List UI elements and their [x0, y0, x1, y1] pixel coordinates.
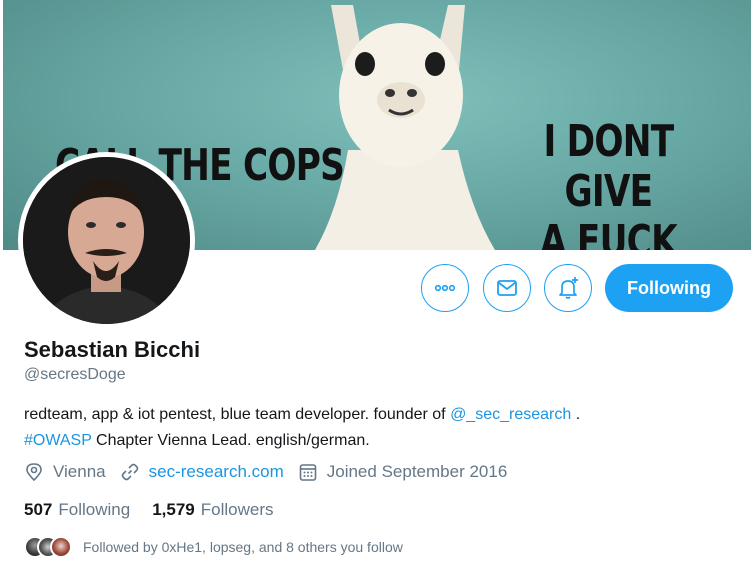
followers-count-link[interactable]: 1,579 Followers [152, 500, 273, 520]
bio-text: . [571, 406, 581, 423]
website-link[interactable]: sec-research.com [149, 462, 284, 482]
more-button[interactable] [421, 264, 469, 312]
calendar-icon [299, 464, 317, 481]
more-icon [434, 284, 456, 292]
bio-hashtag-link[interactable]: #OWASP [24, 432, 92, 449]
location-text: Vienna [53, 462, 106, 481]
bio-mention-link[interactable]: @_sec_research [450, 406, 571, 423]
following-label: Following [58, 500, 131, 519]
followers-count: 1,579 [152, 500, 195, 519]
follower-avatar [50, 536, 72, 558]
bell-plus-icon [559, 277, 578, 299]
website: sec-research.com [120, 462, 284, 482]
profile-bio: redteam, app & iot pentest, blue team de… [24, 402, 724, 454]
profile-handle: @secresDoge [24, 366, 126, 383]
message-button[interactable] [483, 264, 531, 312]
following-count: 507 [24, 500, 53, 519]
profile-name: Sebastian Bicchi [24, 337, 201, 362]
follow-counts: 507 Following 1,579 Followers [24, 500, 295, 520]
bio-text: redteam, app & iot pentest, blue team de… [24, 406, 451, 423]
location-pin-icon [26, 463, 42, 482]
followers-label: Followers [200, 500, 274, 519]
bio-text: Chapter Vienna Lead. english/german. [91, 432, 370, 449]
followed-by-text: Followed by 0xHe1, lopseg, and 8 others … [83, 539, 403, 555]
following-count-link[interactable]: 507 Following [24, 500, 130, 520]
avatar[interactable] [18, 152, 195, 329]
followed-by[interactable]: Followed by 0xHe1, lopseg, and 8 others … [24, 536, 403, 558]
joined-text: Joined September 2016 [326, 462, 508, 481]
link-icon [121, 463, 138, 481]
banner-caption-right-line2: A FUCK [539, 216, 678, 251]
notifications-button[interactable] [544, 264, 592, 312]
joined-date: Joined September 2016 [298, 462, 508, 482]
avatar-photo [23, 157, 190, 324]
banner-caption-right: I DONT GIVE A FUCK [509, 116, 708, 251]
following-button[interactable]: Following [605, 264, 733, 312]
location: Vienna [24, 462, 106, 482]
profile-meta: Vienna sec-research.com Joined September… [24, 462, 507, 482]
banner-caption-right-line1: I DONT GIVE [543, 116, 675, 217]
mail-icon [497, 280, 517, 296]
